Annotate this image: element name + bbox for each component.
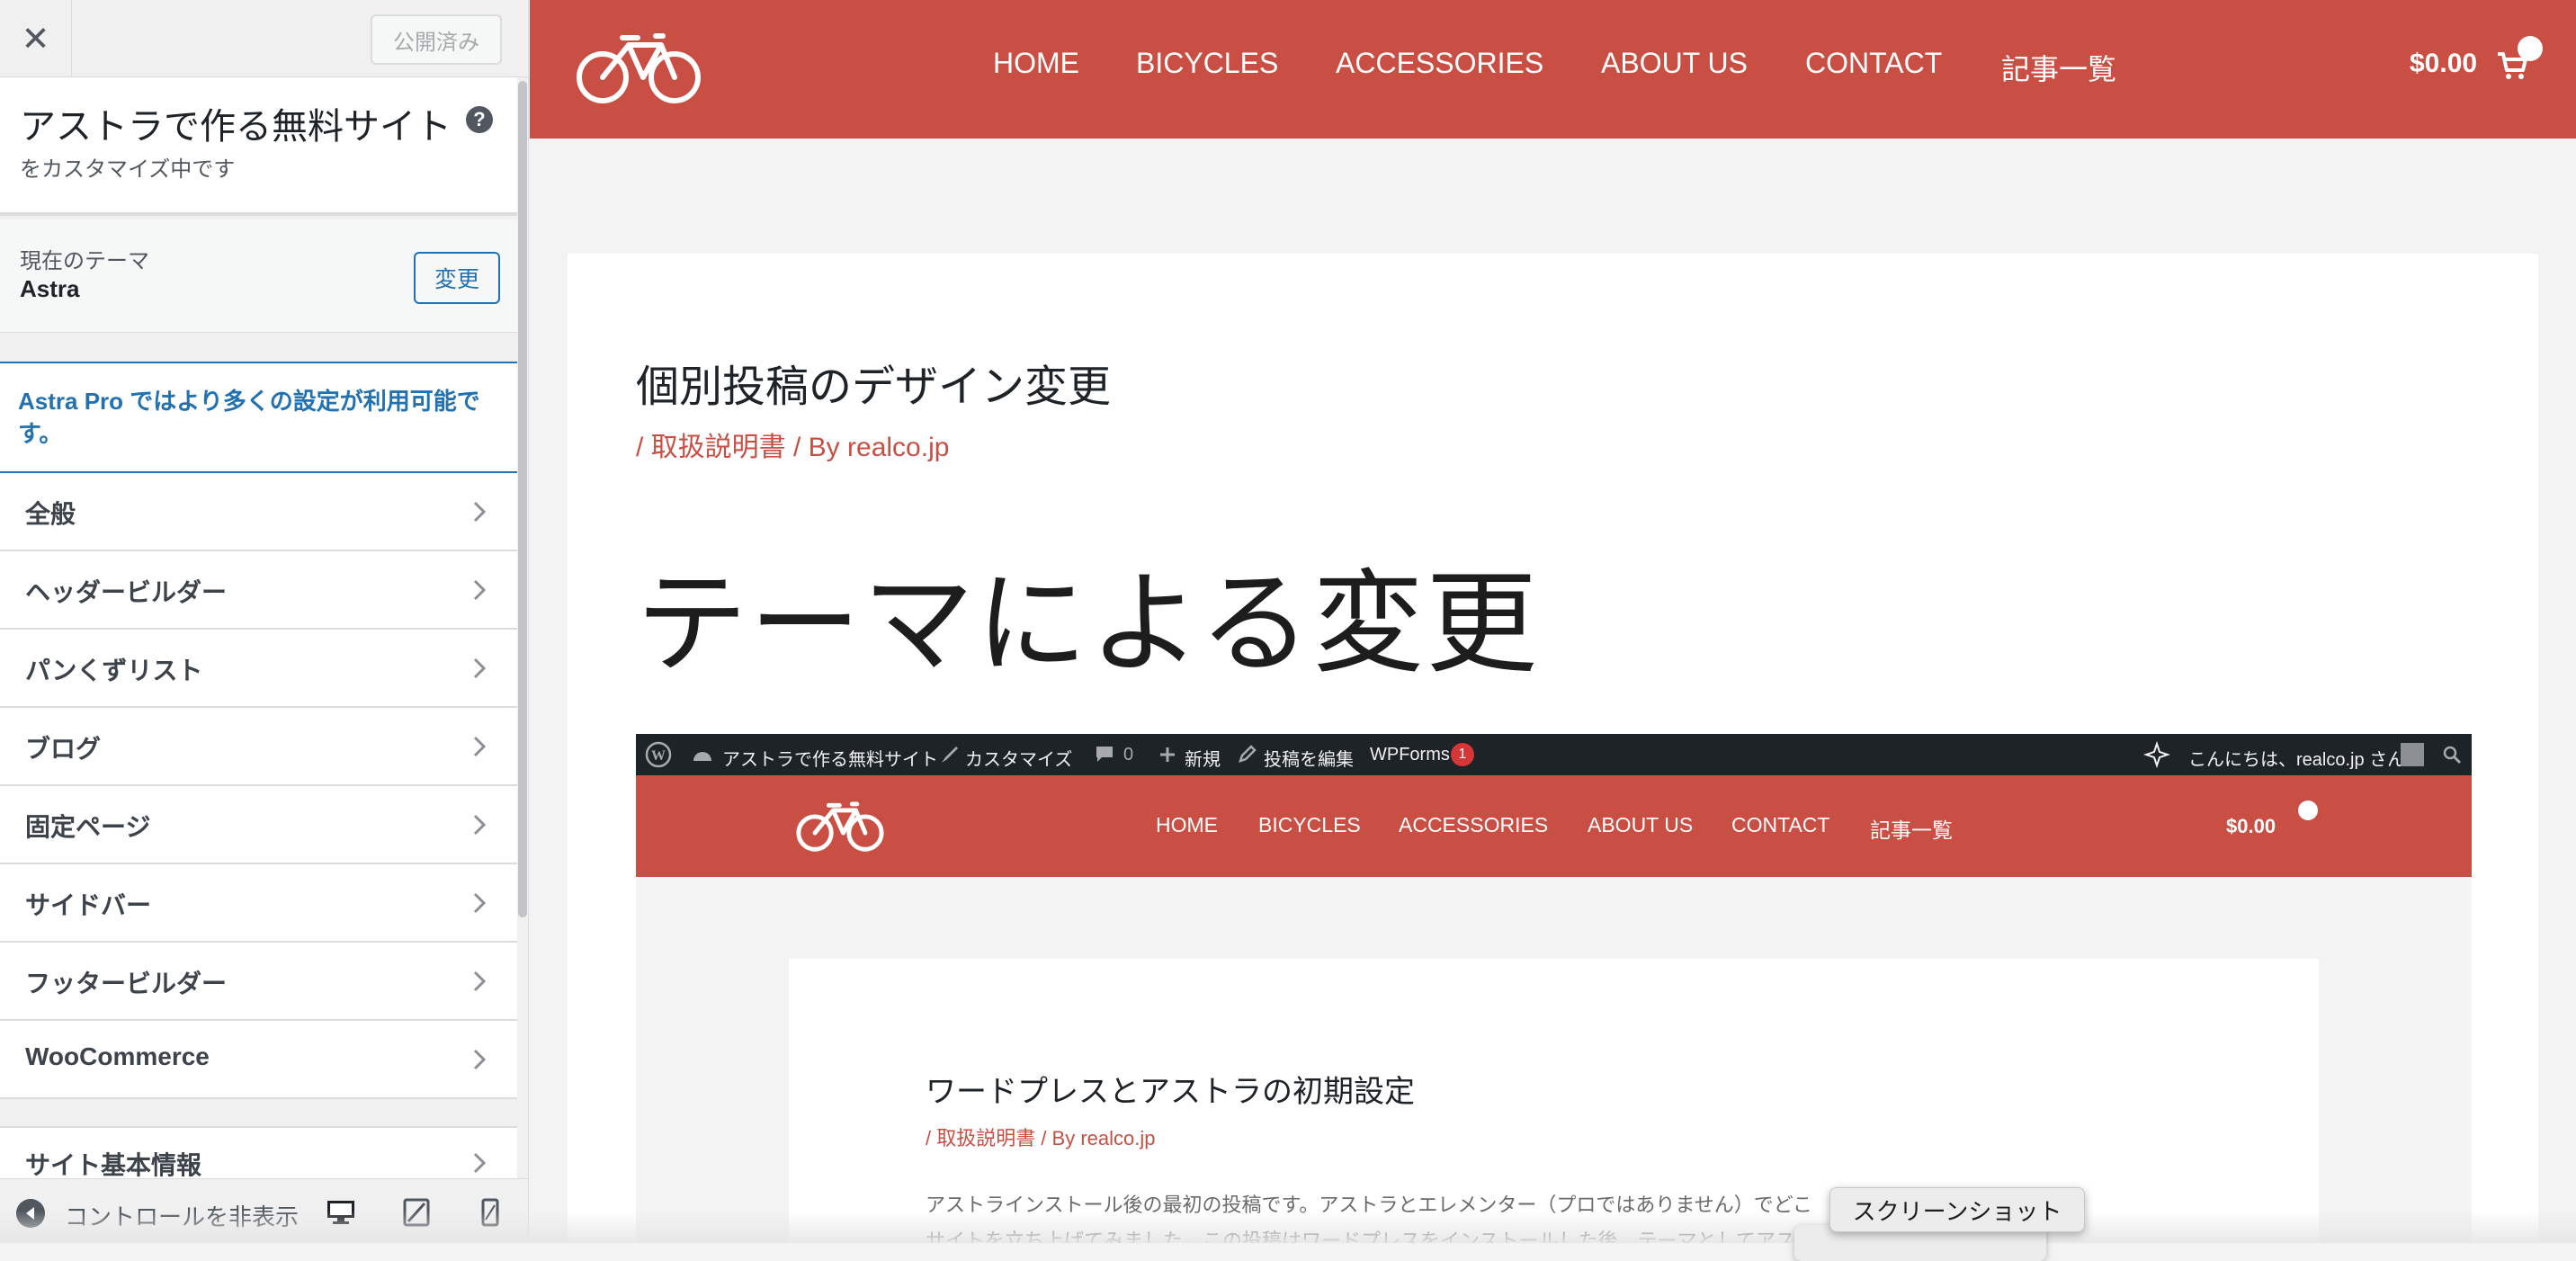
menu-item-label: WooCommerce: [25, 1042, 210, 1070]
menu-item-label: ブログ: [25, 735, 102, 763]
svg-text:W: W: [651, 748, 666, 764]
current-theme-panel: 現在のテーマ Astra 変更: [0, 219, 517, 333]
embedded-screenshot: W アストラで作る無料サイト カスタマイズ 0 新規 投稿を編集 WPForms…: [636, 734, 2472, 1243]
primary-nav: HOME BICYCLES ACCESSORIES ABOUT US CONTA…: [530, 47, 2576, 92]
nav-contact[interactable]: CONTACT: [1805, 47, 1942, 80]
plus-icon: [1160, 747, 1175, 762]
chevron-right-icon: [473, 1049, 487, 1070]
screenshot-nav-bicycles: BICYCLES: [1258, 813, 1361, 836]
astra-pro-notice[interactable]: Astra Pro ではより多くの設定が利用可能です。: [0, 362, 517, 473]
bicycle-logo-icon: [796, 801, 884, 852]
customizer-sidebar: ✕ 公開済み アストラで作る無料サイト ? をカスタマイズ中です 現在のテーマ …: [0, 0, 529, 1243]
site-title: アストラで作る無料サイト: [20, 107, 452, 147]
search-icon: [2443, 746, 2462, 765]
wpforms-count-badge: 1: [1451, 743, 1474, 766]
nav-about-us[interactable]: ABOUT US: [1601, 47, 1748, 80]
screenshot-post-meta: / 取扱説明書 / By realco.jp: [926, 1127, 1156, 1149]
customizer-header: ✕ 公開済み: [0, 0, 528, 77]
menu-item-label: フッタービルダー: [25, 970, 228, 997]
sparkle-icon: [2143, 741, 2170, 768]
screenshot-nav-articles: 記事一覧: [1870, 818, 1953, 842]
menu-item-label: 全般: [25, 500, 76, 528]
customizing-label: をカスタマイズ中です: [20, 157, 236, 182]
screenshot-cart-badge: [2298, 800, 2318, 820]
nav-bicycles[interactable]: BICYCLES: [1136, 47, 1278, 80]
menu-item-label: 固定ページ: [25, 813, 151, 841]
chevron-right-icon: [473, 970, 487, 992]
adminbar-site: アストラで作る無料サイト: [722, 750, 938, 770]
menu-item-sidebar[interactable]: サイドバー: [0, 864, 517, 943]
menu-item-label: サイト基本情報: [25, 1151, 202, 1179]
dashboard-icon: [693, 752, 711, 761]
theme-name: Astra: [20, 275, 80, 302]
avatar: [2401, 743, 2424, 766]
chevron-right-icon: [473, 736, 487, 757]
post-card: 個別投稿のデザイン変更 / 取扱説明書 / By realco.jp テーマによ…: [568, 254, 2538, 1243]
menu-item-label: パンくずリスト: [25, 657, 203, 684]
mobile-icon[interactable]: [470, 1192, 511, 1233]
menu-item-footer-builder[interactable]: フッタービルダー: [0, 943, 517, 1021]
adminbar-edit-post: 投稿を編集: [1264, 750, 1354, 770]
post-meta[interactable]: / 取扱説明書 / By realco.jp: [636, 425, 949, 464]
tablet-icon[interactable]: [396, 1192, 437, 1233]
chevron-right-icon: [473, 1152, 487, 1174]
help-icon[interactable]: ?: [466, 106, 493, 133]
screenshot-nav-contact: CONTACT: [1731, 813, 1830, 836]
content-heading: テーマによる変更: [636, 562, 1540, 686]
screenshot-site-header: HOME BICYCLES ACCESSORIES ABOUT US CONTA…: [636, 775, 2472, 877]
menu-item-label: サイドバー: [25, 891, 152, 919]
astra-pro-notice-text: Astra Pro ではより多くの設定が利用可能です。: [18, 388, 480, 447]
cart-count-badge: [2518, 36, 2543, 61]
screenshot-post-card: ワードプレスとアストラの初期設定 / 取扱説明書 / By realco.jp …: [789, 959, 2319, 1243]
menu-item-label: ヘッダービルダー: [25, 578, 228, 606]
menu-item-header-builder[interactable]: ヘッダービルダー: [0, 551, 517, 630]
wp-admin-bar: W アストラで作る無料サイト カスタマイズ 0 新規 投稿を編集 WPForms…: [636, 734, 2472, 775]
adminbar-comments: 0: [1123, 745, 1134, 765]
collapse-icon[interactable]: [16, 1199, 45, 1228]
screenshot-body-line: サイトを立ち上げてみました。この投稿はワードプレスをインストールした後、テーマと…: [926, 1230, 1795, 1243]
published-button[interactable]: 公開済み: [371, 14, 502, 65]
hide-controls-label[interactable]: コントロールを非表示: [65, 1199, 299, 1232]
screenshot-body-line: アストラインストール後の最初の投稿です。アストラとエレメンター（プロではありませ…: [926, 1194, 1813, 1216]
customizer-menu: 全般 ヘッダービルダー パンくずリスト ブログ 固定ページ サイドバー フッター…: [0, 473, 517, 1099]
screenshot-nav-home: HOME: [1156, 813, 1218, 836]
sidebar-scrollbar[interactable]: [518, 81, 527, 917]
menu-item-blog[interactable]: ブログ: [0, 708, 517, 786]
adminbar-customize: カスタマイズ: [965, 750, 1073, 770]
nav-accessories[interactable]: ACCESSORIES: [1336, 47, 1543, 80]
chevron-right-icon: [473, 657, 487, 679]
site-preview: HOME BICYCLES ACCESSORIES ABOUT US CONTA…: [530, 0, 2576, 1243]
menu-item-breadcrumb[interactable]: パンくずリスト: [0, 630, 517, 708]
close-icon[interactable]: ✕: [0, 0, 72, 77]
brush-icon: [942, 747, 958, 763]
theme-label: 現在のテーマ: [20, 249, 149, 273]
adminbar-wpforms: WPForms: [1370, 745, 1450, 765]
chevron-right-icon: [473, 892, 487, 914]
menu-item-general[interactable]: 全般: [0, 473, 517, 551]
site-info-panel: アストラで作る無料サイト ? をカスタマイズ中です: [0, 77, 517, 216]
screenshot-cart-total: $0.00: [2226, 815, 2276, 837]
post-title[interactable]: 個別投稿のデザイン変更: [636, 351, 1111, 414]
adminbar-new: 新規: [1185, 750, 1221, 770]
pencil-icon: [1239, 745, 1257, 763]
menu-item-pages[interactable]: 固定ページ: [0, 786, 517, 864]
screenshot-nav-accessories: ACCESSORIES: [1399, 813, 1549, 836]
chevron-right-icon: [473, 501, 487, 523]
site-header: HOME BICYCLES ACCESSORIES ABOUT US CONTA…: [530, 0, 2576, 139]
wordpress-icon: W: [645, 741, 672, 768]
menu-item-woocommerce[interactable]: WooCommerce: [0, 1021, 517, 1099]
change-theme-button[interactable]: 変更: [414, 252, 500, 304]
chevron-right-icon: [473, 579, 487, 601]
nav-articles[interactable]: 記事一覧: [2001, 47, 2116, 88]
adminbar-greeting: こんにちは、realco.jp さん: [2188, 750, 2406, 770]
chevron-right-icon: [473, 814, 487, 836]
comment-icon: [1096, 747, 1113, 762]
cart-total[interactable]: $0.00: [2410, 49, 2477, 79]
screenshot-tooltip: スクリーンショット: [1829, 1187, 2085, 1232]
desktop-icon[interactable]: [320, 1192, 362, 1233]
nav-home[interactable]: HOME: [993, 47, 1079, 80]
screenshot-nav-about-us: ABOUT US: [1588, 813, 1694, 836]
screenshot-post-title: ワードプレスとアストラの初期設定: [926, 1075, 1415, 1109]
customizer-footer: コントロールを非表示: [0, 1178, 528, 1243]
